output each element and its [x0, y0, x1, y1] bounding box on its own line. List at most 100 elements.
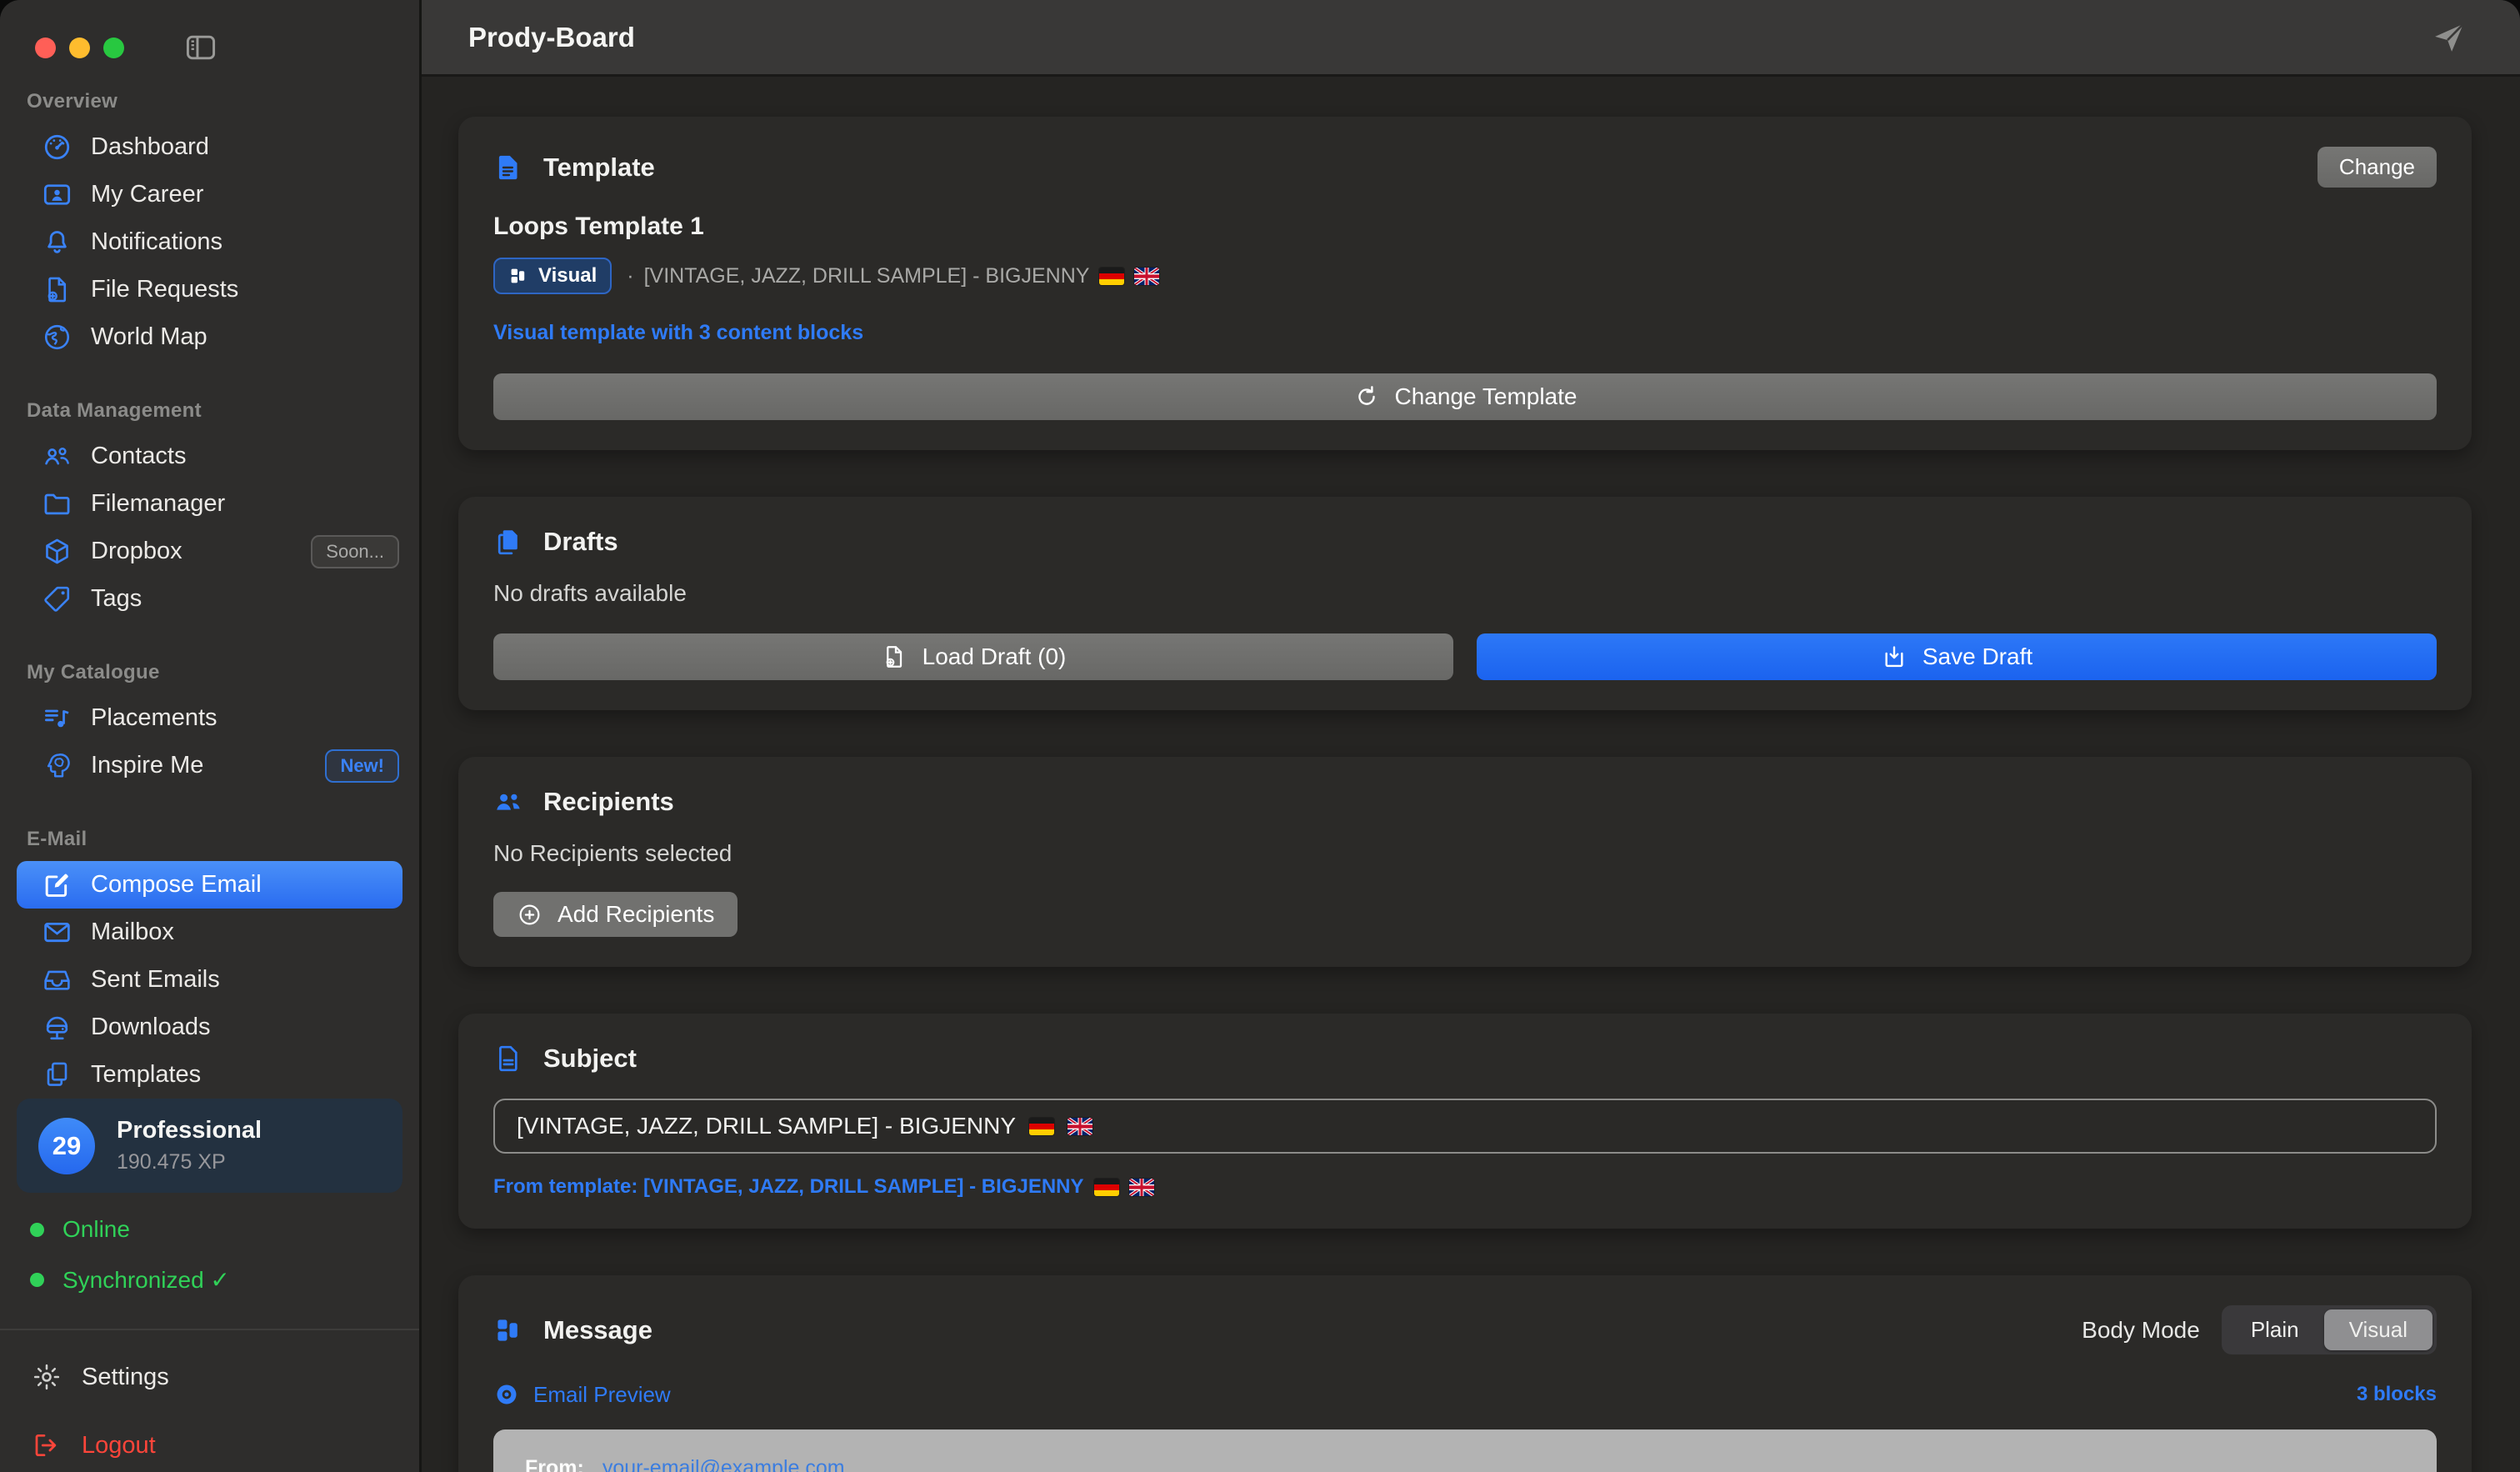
- sidebar-item-filemanager[interactable]: Filemanager: [0, 480, 419, 528]
- sidebar-item-mailbox[interactable]: Mailbox: [0, 909, 419, 956]
- email-preview-link[interactable]: Email Preview: [493, 1381, 671, 1408]
- sidebar-item-dropbox[interactable]: Dropbox Soon...: [0, 528, 419, 575]
- settings-button[interactable]: Settings: [17, 1362, 402, 1392]
- sidebar-item-label: Filemanager: [91, 490, 225, 518]
- save-draft-button[interactable]: Save Draft: [1477, 633, 2437, 680]
- subject-card: Subject [VINTAGE, JAZZ, DRILL SAMPLE] - …: [458, 1014, 2472, 1229]
- sidebar-item-label: My Career: [91, 181, 203, 208]
- main-area: Prody-Board Template Change Loops Templa…: [422, 0, 2520, 1472]
- cube-icon: [42, 536, 72, 567]
- sidebar-item-label: Notifications: [91, 228, 222, 256]
- sidebar-item-templates[interactable]: Templates: [0, 1051, 419, 1099]
- sidebar-item-label: Downloads: [91, 1014, 210, 1041]
- uk-flag-icon: [1134, 268, 1159, 285]
- soon-badge: Soon...: [311, 535, 399, 568]
- template-name: Loops Template 1: [493, 213, 2437, 241]
- id-card-icon: [42, 179, 72, 210]
- blocks-icon: [493, 1315, 523, 1345]
- visual-badge-label: Visual: [538, 264, 597, 288]
- email-preview-label: Email Preview: [533, 1382, 671, 1408]
- section-label-data-management: Data Management: [27, 399, 419, 423]
- music-playlist-icon: [42, 703, 72, 733]
- download-drive-icon: [42, 1012, 72, 1043]
- main-header: Prody-Board: [422, 0, 2520, 77]
- uk-flag-icon: [1129, 1179, 1154, 1196]
- sidebar-item-inspire-me[interactable]: Inspire Me New!: [0, 742, 419, 789]
- logout-icon: [32, 1430, 62, 1460]
- documents-copy-icon: [42, 1059, 72, 1090]
- body-mode-label: Body Mode: [2082, 1317, 2200, 1344]
- send-icon[interactable]: [2430, 18, 2468, 57]
- minimize-window-button[interactable]: [69, 38, 90, 58]
- save-icon: [1881, 643, 1908, 670]
- sidebar-item-dashboard[interactable]: Dashboard: [0, 123, 419, 171]
- sent-tray-icon: [42, 964, 72, 995]
- load-draft-label: Load Draft (0): [922, 643, 1067, 670]
- sync-status: Synchronized ✓: [17, 1266, 402, 1294]
- sidebar-item-contacts[interactable]: Contacts: [0, 433, 419, 480]
- visual-type-badge: Visual: [493, 258, 612, 294]
- from-email-link[interactable]: your-email@example.com: [602, 1456, 845, 1472]
- change-template-label: Change Template: [1395, 383, 1578, 410]
- level-card: 29 Professional 190.475 XP: [17, 1099, 402, 1193]
- zoom-window-button[interactable]: [103, 38, 124, 58]
- sidebar-item-compose-email[interactable]: Compose Email: [17, 861, 402, 909]
- drafts-icon: [493, 527, 523, 557]
- recipients-icon: [493, 787, 523, 817]
- people-icon: [42, 441, 72, 472]
- tag-icon: [42, 583, 72, 614]
- section-label-email: E-Mail: [27, 828, 419, 851]
- new-badge: New!: [325, 749, 399, 783]
- section-label-overview: Overview: [27, 90, 419, 113]
- mode-plain-button[interactable]: Plain: [2226, 1309, 2324, 1350]
- sidebar-item-notifications[interactable]: Notifications: [0, 218, 419, 266]
- blocks-count: 3 blocks: [2357, 1383, 2437, 1406]
- change-button[interactable]: Change: [2318, 147, 2437, 188]
- sidebar-item-label: Templates: [91, 1061, 201, 1089]
- mode-visual-button[interactable]: Visual: [2324, 1309, 2432, 1350]
- sidebar-item-label: Dropbox: [91, 538, 182, 565]
- uk-flag-icon: [1068, 1118, 1092, 1135]
- sidebar-item-tags[interactable]: Tags: [0, 575, 419, 623]
- logout-button[interactable]: Logout: [17, 1430, 402, 1472]
- gauge-icon: [42, 132, 72, 163]
- sidebar-toggle-icon[interactable]: [182, 29, 219, 66]
- refresh-icon: [1353, 383, 1380, 410]
- eye-icon: [493, 1381, 520, 1408]
- folder-icon: [42, 488, 72, 519]
- sidebar-item-label: World Map: [91, 323, 208, 351]
- save-draft-label: Save Draft: [1922, 643, 2032, 670]
- sidebar-item-my-career[interactable]: My Career: [0, 171, 419, 218]
- layout-grid-icon: [508, 266, 528, 286]
- load-draft-button[interactable]: Load Draft (0): [493, 633, 1453, 680]
- online-status: Online: [17, 1216, 402, 1243]
- rank-label: Professional: [117, 1117, 262, 1144]
- file-plus-icon: [881, 643, 908, 670]
- gear-icon: [32, 1362, 62, 1392]
- add-recipients-button[interactable]: Add Recipients: [493, 892, 738, 937]
- sidebar-item-sent-emails[interactable]: Sent Emails: [0, 956, 419, 1004]
- sidebar-item-file-requests[interactable]: File Requests: [0, 266, 419, 313]
- recipients-card: Recipients No Recipients selected Add Re…: [458, 757, 2472, 967]
- recipients-empty-text: No Recipients selected: [493, 840, 2437, 867]
- settings-label: Settings: [82, 1364, 169, 1391]
- sidebar-item-downloads[interactable]: Downloads: [0, 1004, 419, 1051]
- sidebar-item-placements[interactable]: Placements: [0, 694, 419, 742]
- template-card: Template Change Loops Template 1 Visual …: [458, 117, 2472, 450]
- germany-flag-icon: [1029, 1118, 1054, 1135]
- template-meta: · [VINTAGE, JAZZ, DRILL SAMPLE] - BIGJEN…: [627, 264, 1159, 288]
- add-recipients-label: Add Recipients: [558, 901, 714, 928]
- app-window: Overview Dashboard My Career Notificatio…: [0, 0, 2520, 1472]
- globe-icon: [42, 322, 72, 353]
- email-preview-header: From: your-email@example.com To: 0 recip…: [493, 1429, 2437, 1472]
- plus-circle-icon: [517, 902, 542, 928]
- sidebar-item-world-map[interactable]: World Map: [0, 313, 419, 361]
- compose-icon: [42, 869, 72, 900]
- sidebar-item-label: Dashboard: [91, 133, 209, 161]
- content: Template Change Loops Template 1 Visual …: [422, 77, 2520, 1472]
- sidebar-item-label: Placements: [91, 704, 218, 732]
- change-template-button[interactable]: Change Template: [493, 373, 2437, 420]
- close-window-button[interactable]: [35, 38, 56, 58]
- subject-input[interactable]: [VINTAGE, JAZZ, DRILL SAMPLE] - BIGJENNY: [493, 1099, 2437, 1154]
- sidebar-nav: Overview Dashboard My Career Notificatio…: [0, 63, 419, 1099]
